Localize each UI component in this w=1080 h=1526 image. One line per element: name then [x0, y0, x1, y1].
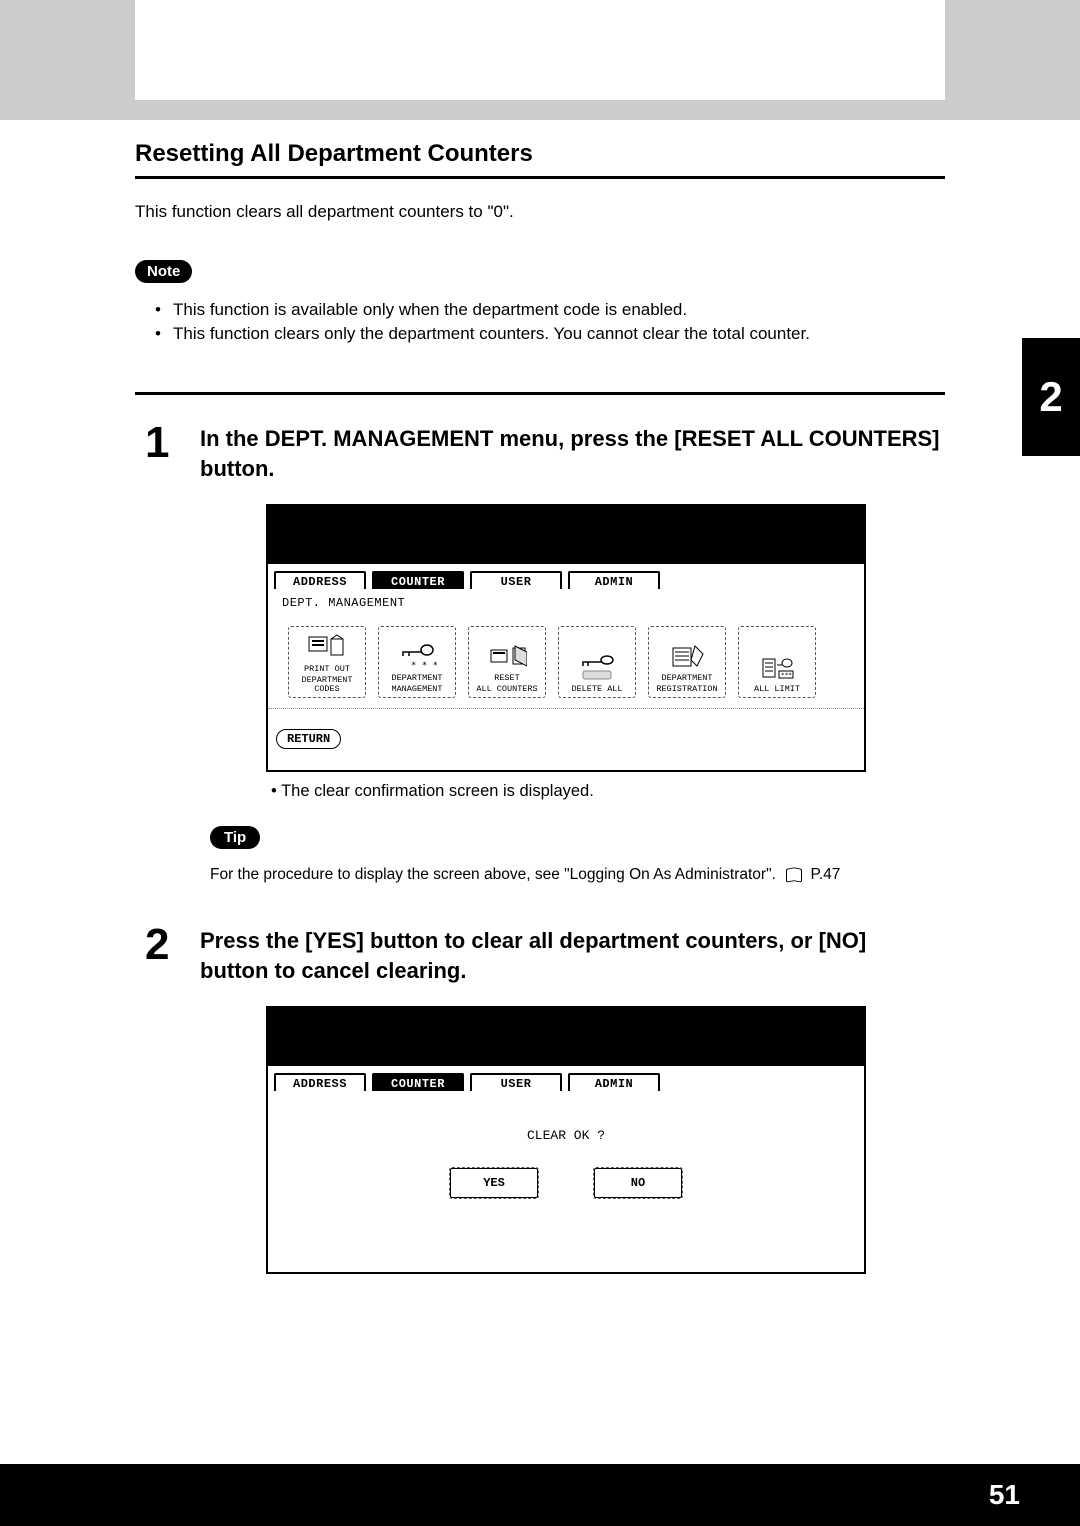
separator-rule: [135, 392, 945, 395]
tab-user[interactable]: USER: [470, 1073, 562, 1091]
no-button[interactable]: NO: [593, 1167, 683, 1199]
tab-row: ADDRESS COUNTER USER ADMIN: [268, 564, 864, 592]
screen-black-header: [268, 506, 864, 564]
reset-all-counters-button[interactable]: RESET ALL COUNTERS: [468, 626, 546, 698]
heading-rule: [135, 176, 945, 179]
key-icon: * * *: [397, 642, 437, 672]
return-button[interactable]: RETURN: [276, 729, 341, 749]
step-1-number: 1: [145, 418, 169, 468]
book-icon: [786, 868, 802, 880]
printout-icon: [307, 633, 347, 663]
step-1-instruction: In the DEPT. MANAGEMENT menu, press the …: [200, 424, 940, 483]
page-number: 51: [989, 1479, 1020, 1511]
tab-user[interactable]: USER: [470, 571, 562, 589]
screen-black-header: [268, 1008, 864, 1066]
note-item: This function clears only the department…: [155, 324, 810, 344]
header-gray-band: [0, 0, 1080, 120]
registration-icon: [667, 642, 707, 672]
department-management-button[interactable]: * * * DEPARTMENT MANAGEMENT: [378, 626, 456, 698]
print-out-dept-codes-button[interactable]: PRINT OUT DEPARTMENT CODES: [288, 626, 366, 698]
note-badge: Note: [135, 260, 192, 283]
tab-counter[interactable]: COUNTER: [372, 571, 464, 589]
dotted-separator: [268, 708, 864, 709]
note-list: This function is available only when the…: [155, 300, 810, 348]
delete-all-button[interactable]: DELETE ALL: [558, 626, 636, 698]
yes-button[interactable]: YES: [449, 1167, 539, 1199]
tab-address[interactable]: ADDRESS: [274, 571, 366, 589]
tab-admin[interactable]: ADMIN: [568, 1073, 660, 1091]
screen-breadcrumb: DEPT. MANAGEMENT: [268, 592, 864, 612]
intro-paragraph: This function clears all department coun…: [135, 202, 514, 222]
tip-text: For the procedure to display the screen …: [210, 866, 840, 884]
all-limit-button[interactable]: *** ALL LIMIT: [738, 626, 816, 698]
step-2-instruction: Press the [YES] button to clear all depa…: [200, 926, 940, 985]
yes-no-row: YES NO: [268, 1167, 864, 1199]
tip-page-ref: P.47: [811, 866, 841, 883]
svg-text:* * *: * * *: [411, 661, 437, 671]
panel-button-row: PRINT OUT DEPARTMENT CODES * * * DEPARTM…: [268, 612, 864, 698]
clear-confirmation-screen: ADDRESS COUNTER USER ADMIN CLEAR OK ? YE…: [266, 1006, 866, 1274]
header-white-cut: [135, 0, 945, 100]
step-1-result: The clear confirmation screen is display…: [285, 782, 594, 801]
tip-badge: Tip: [210, 826, 260, 849]
page-footer-bar: 51: [0, 1464, 1080, 1526]
dept-management-screen: ADDRESS COUNTER USER ADMIN DEPT. MANAGEM…: [266, 504, 866, 772]
clear-ok-prompt: CLEAR OK ?: [268, 1128, 864, 1143]
chapter-tab: 2: [1022, 338, 1080, 456]
tab-row: ADDRESS COUNTER USER ADMIN: [268, 1066, 864, 1094]
note-item: This function is available only when the…: [155, 300, 810, 320]
reset-icon: [487, 642, 527, 672]
section-heading: Resetting All Department Counters: [135, 140, 533, 168]
step-2-number: 2: [145, 920, 169, 970]
tab-admin[interactable]: ADMIN: [568, 571, 660, 589]
svg-text:***: ***: [781, 672, 792, 679]
all-limit-icon: ***: [757, 653, 797, 683]
tab-counter[interactable]: COUNTER: [372, 1073, 464, 1091]
delete-all-icon: [577, 653, 617, 683]
department-registration-button[interactable]: DEPARTMENT REGISTRATION: [648, 626, 726, 698]
tab-address[interactable]: ADDRESS: [274, 1073, 366, 1091]
